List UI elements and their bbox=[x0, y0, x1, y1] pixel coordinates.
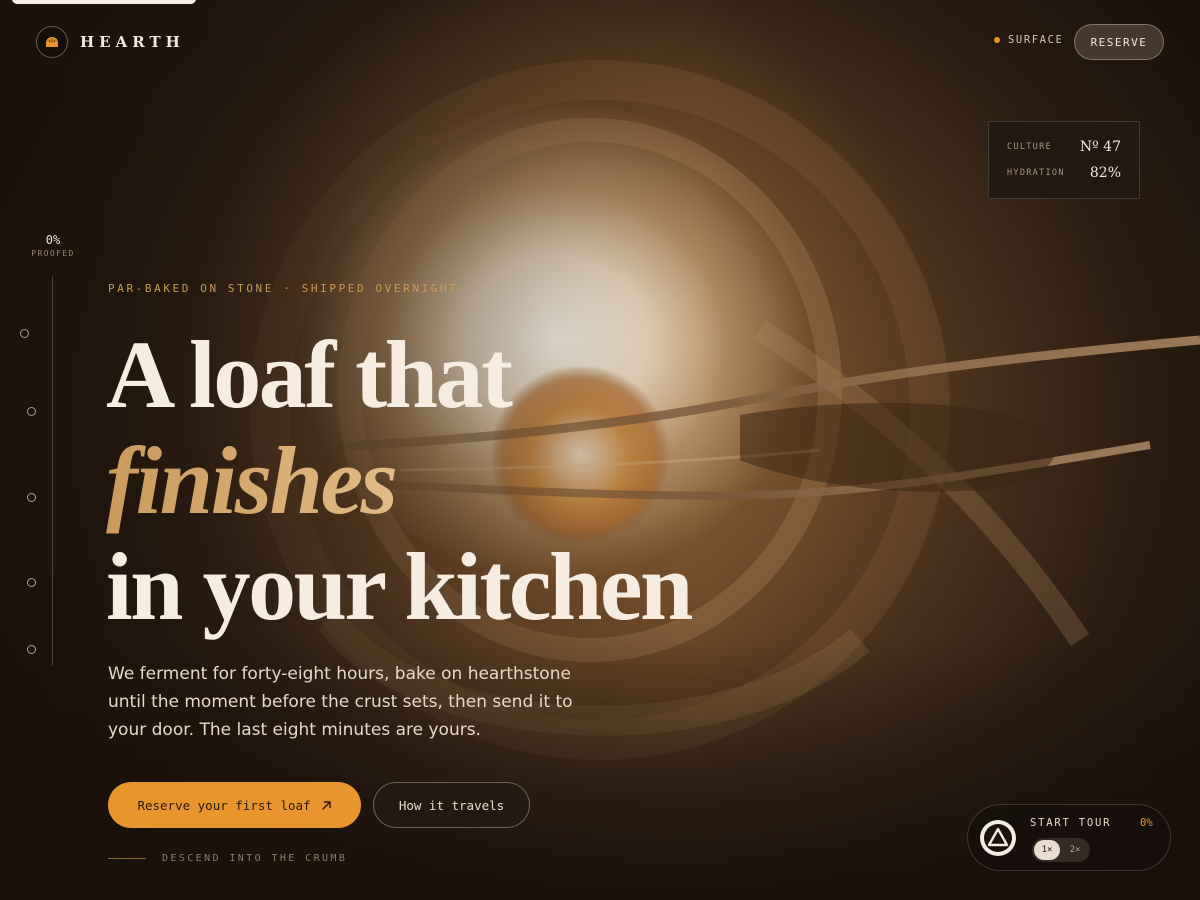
headline-line-3: in your kitchen bbox=[106, 533, 693, 640]
hero-headline: A loaf that finishes in your kitchen bbox=[106, 321, 693, 640]
headline-line-1: A loaf that bbox=[106, 321, 513, 428]
surface-label: SURFACE bbox=[1008, 34, 1064, 46]
stat-label: CULTURE bbox=[1007, 142, 1052, 152]
cta-primary-label: Reserve your first loaf bbox=[137, 797, 311, 813]
brand-logo[interactable]: HEARTH bbox=[36, 26, 185, 58]
speed-toggle: 1× 2× bbox=[1032, 838, 1090, 862]
stat-value: Nº 47 bbox=[1079, 139, 1121, 155]
tour-widget: START TOUR 0% 1× 2× bbox=[967, 804, 1171, 871]
arrow-up-right-icon bbox=[321, 800, 331, 810]
scroll-hint[interactable]: DESCEND INTO THE CRUMB bbox=[108, 853, 347, 864]
reserve-first-loaf-button[interactable]: Reserve your first loaf bbox=[108, 782, 361, 828]
stat-row-hydration: HYDRATION 82% bbox=[1007, 160, 1121, 186]
top-edge-chip bbox=[12, 0, 196, 4]
proof-value: 0% bbox=[45, 233, 61, 247]
stat-label: HYDRATION bbox=[1007, 168, 1065, 178]
scroll-hint-line bbox=[108, 858, 146, 859]
how-it-travels-button[interactable]: How it travels bbox=[373, 782, 530, 828]
brand-name: HEARTH bbox=[80, 33, 185, 51]
stat-value: 82% bbox=[1089, 165, 1121, 181]
stat-row-culture: CULTURE Nº 47 bbox=[1007, 134, 1121, 160]
rail-step-5[interactable] bbox=[27, 645, 36, 654]
stats-card: CULTURE Nº 47 HYDRATION 82% bbox=[988, 121, 1140, 199]
rail-step-2[interactable] bbox=[27, 407, 36, 416]
headline-accent: finishes bbox=[106, 428, 691, 534]
tour-start-button[interactable] bbox=[980, 820, 1016, 856]
speed-option-1x[interactable]: 1× bbox=[1034, 840, 1060, 860]
tour-label[interactable]: START TOUR bbox=[1030, 817, 1111, 829]
rail-step-3[interactable] bbox=[27, 493, 36, 502]
hero-body: We ferment for forty-eight hours, bake o… bbox=[108, 664, 573, 740]
proof-label: PROOFED bbox=[31, 249, 75, 258]
status-dot-icon bbox=[994, 37, 1000, 43]
speed-option-2x[interactable]: 2× bbox=[1062, 840, 1088, 860]
proof-indicator: 0% PROOFED bbox=[26, 233, 80, 258]
reserve-button[interactable]: RESERVE bbox=[1074, 24, 1164, 60]
progress-rail bbox=[52, 276, 53, 666]
hero-eyebrow: PAR-BAKED ON STONE · SHIPPED OVERNIGHT bbox=[108, 282, 459, 295]
rail-step-1[interactable] bbox=[20, 329, 29, 338]
scroll-hint-label: DESCEND INTO THE CRUMB bbox=[162, 853, 348, 864]
rail-step-4[interactable] bbox=[27, 578, 36, 587]
surface-status[interactable]: SURFACE bbox=[994, 34, 1063, 46]
triangle-logo-icon bbox=[984, 824, 1012, 852]
bread-icon bbox=[36, 26, 68, 58]
tour-progress: 0% bbox=[1140, 817, 1153, 829]
